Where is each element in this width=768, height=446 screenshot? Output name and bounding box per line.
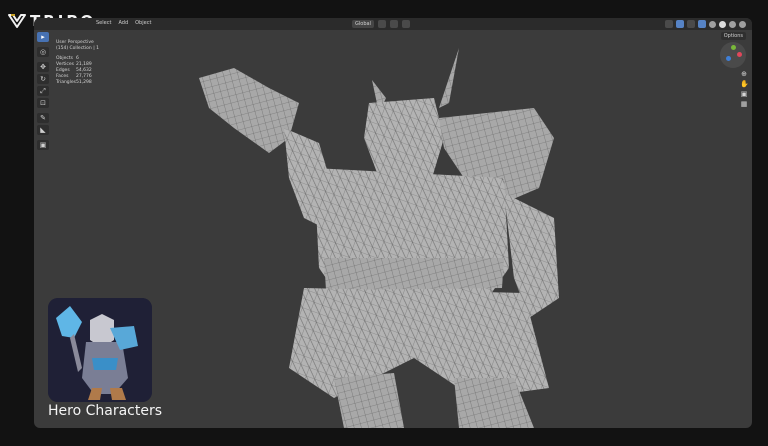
move-icon[interactable]: ✥: [37, 62, 49, 72]
rotate-icon[interactable]: ↻: [37, 74, 49, 84]
cursor-icon[interactable]: ◎: [37, 47, 49, 57]
collection-info: (154) Collection | 1: [56, 46, 100, 51]
hero-character-image: [48, 298, 152, 402]
add-cube-icon[interactable]: ▣: [37, 140, 49, 150]
pan-icon[interactable]: ✋: [740, 80, 749, 88]
camera-icon[interactable]: ▣: [740, 90, 748, 98]
measure-icon[interactable]: ◣: [37, 125, 49, 135]
tripo-logo-icon: [8, 14, 26, 28]
navigation-gizmo[interactable]: [720, 42, 746, 68]
ortho-toggle-icon[interactable]: ▦: [740, 100, 748, 108]
annotate-icon[interactable]: ✎: [37, 113, 49, 123]
axis-y-icon[interactable]: [731, 45, 736, 50]
axis-z-icon[interactable]: [726, 56, 731, 61]
tool-shelf: ▸ ◎ ✥ ↻ ⤢ ⊡ ✎ ◣ ▣: [37, 32, 49, 150]
navigation-buttons: ⊕ ✋ ▣ ▦: [740, 70, 749, 108]
viewport-info-overlay: User Perspective (154) Collection | 1 Ob…: [56, 40, 99, 86]
hero-thumbnail: [48, 298, 152, 402]
scale-icon[interactable]: ⤢: [37, 86, 49, 96]
zoom-icon[interactable]: ⊕: [740, 70, 748, 78]
transform-icon[interactable]: ⊡: [37, 98, 49, 108]
showcase-caption: Hero Characters: [48, 403, 163, 419]
select-icon[interactable]: ▸: [37, 32, 49, 42]
stat-row: Triangles 51,298: [56, 80, 92, 85]
axis-x-icon[interactable]: [737, 52, 742, 57]
